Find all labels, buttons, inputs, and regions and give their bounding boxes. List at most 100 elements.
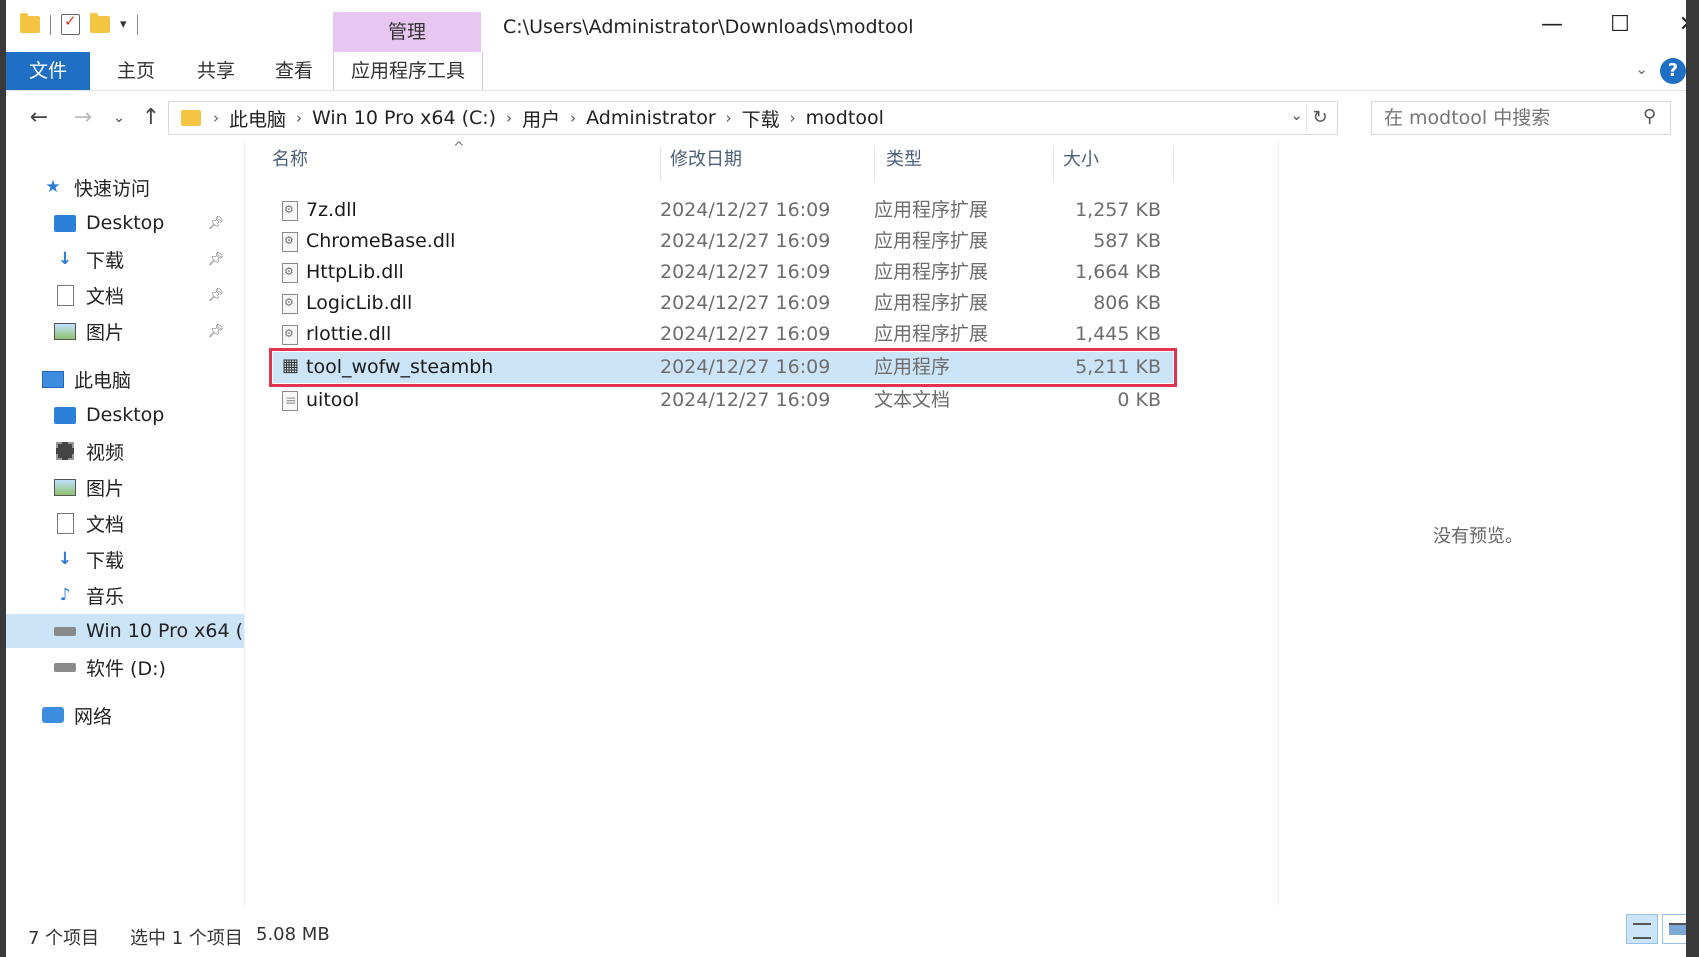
sidebar-item-label: 下载 xyxy=(86,249,125,272)
column-divider[interactable] xyxy=(1053,146,1054,182)
back-arrow-icon[interactable]: ← xyxy=(22,103,56,133)
column-header-name[interactable]: 名称 xyxy=(272,140,652,180)
customize-qat-dropdown-icon[interactable]: ▾ xyxy=(120,17,127,32)
desktop-icon xyxy=(54,405,76,425)
search-icon[interactable]: ⚲ xyxy=(1643,106,1656,127)
tab-home[interactable]: 主页 xyxy=(106,52,166,90)
breadcrumb-this-pc[interactable]: 此电脑 xyxy=(223,105,292,132)
column-divider[interactable] xyxy=(660,146,661,182)
file-size: 1,664 KB xyxy=(1075,261,1161,283)
file-name: 7z.dll xyxy=(306,199,357,221)
sidebar-item-drive-c[interactable]: Win 10 Pro x64 (C xyxy=(6,614,244,648)
address-bar[interactable]: › 此电脑 › Win 10 Pro x64 (C:) › 用户 › Admin… xyxy=(168,101,1338,135)
pane-divider[interactable] xyxy=(244,140,245,906)
up-arrow-icon[interactable]: ↑ xyxy=(134,103,168,133)
breadcrumb-drive-c[interactable]: Win 10 Pro x64 (C:) xyxy=(306,107,502,129)
file-size: 806 KB xyxy=(1093,292,1161,314)
chevron-right-icon[interactable]: › xyxy=(209,109,223,127)
sidebar-item-quick-access[interactable]: ★ 快速访问 xyxy=(6,170,244,204)
column-divider[interactable] xyxy=(874,146,875,182)
file-row[interactable]: LogicLib.dll 2024/12/27 16:09 应用程序扩展 806… xyxy=(273,288,1173,319)
file-name: uitool xyxy=(306,389,360,411)
preview-pane-divider[interactable] xyxy=(1278,140,1279,906)
minimize-button[interactable]: — xyxy=(1518,0,1586,48)
dll-file-icon xyxy=(282,263,298,283)
file-date: 2024/12/27 16:09 xyxy=(660,323,831,345)
refresh-icon[interactable]: ↻ xyxy=(1306,104,1333,132)
sidebar-item-pc-downloads[interactable]: ↓ 下载 xyxy=(6,542,244,576)
address-dropdown-icon[interactable]: ⌄ xyxy=(1290,106,1303,124)
expand-ribbon-icon[interactable]: ⌄ xyxy=(1635,60,1648,78)
sidebar-item-downloads[interactable]: ↓ 下载 📌︎ xyxy=(6,242,244,276)
chevron-right-icon[interactable]: › xyxy=(566,109,580,127)
file-name: ChromeBase.dll xyxy=(306,230,456,252)
file-row[interactable]: rlottie.dll 2024/12/27 16:09 应用程序扩展 1,44… xyxy=(273,319,1173,350)
sidebar-item-documents[interactable]: 文档 📌︎ xyxy=(6,278,244,312)
sidebar-item-pc-pictures[interactable]: 图片 xyxy=(6,470,244,504)
manage-contextual-tab[interactable]: 管理 xyxy=(333,12,481,52)
dll-file-icon xyxy=(282,232,298,252)
sidebar-item-pictures[interactable]: 图片 📌︎ xyxy=(6,314,244,348)
sidebar-item-this-pc[interactable]: 此电脑 xyxy=(6,362,244,396)
folder-icon[interactable] xyxy=(20,13,40,33)
sidebar-item-desktop[interactable]: Desktop 📌︎ xyxy=(6,206,244,240)
music-note-icon: ♪ xyxy=(59,585,71,605)
sidebar-item-label: 视频 xyxy=(86,441,125,464)
breadcrumb-downloads[interactable]: 下载 xyxy=(736,105,786,132)
file-name: rlottie.dll xyxy=(306,323,392,345)
column-header-date[interactable]: 修改日期 xyxy=(670,140,870,180)
chevron-right-icon[interactable]: › xyxy=(786,109,800,127)
column-header-type[interactable]: 类型 xyxy=(886,140,1046,180)
breadcrumb-modtool[interactable]: modtool xyxy=(800,107,890,129)
chevron-right-icon[interactable]: › xyxy=(722,109,736,127)
tab-share[interactable]: 共享 xyxy=(186,52,246,90)
maximize-button[interactable]: ☐ xyxy=(1586,0,1654,48)
sidebar-item-label: Win 10 Pro x64 (C xyxy=(86,620,244,642)
sidebar-item-pc-desktop[interactable]: Desktop xyxy=(6,398,244,432)
sidebar-item-label: 软件 (D:) xyxy=(86,657,166,680)
forward-arrow-icon[interactable]: → xyxy=(66,103,100,133)
file-row[interactable]: HttpLib.dll 2024/12/27 16:09 应用程序扩展 1,66… xyxy=(273,257,1173,288)
desktop-icon xyxy=(54,213,76,233)
chevron-right-icon[interactable]: › xyxy=(502,109,516,127)
sidebar-item-drive-d[interactable]: 软件 (D:) xyxy=(6,650,244,684)
sidebar-item-music[interactable]: ♪ 音乐 xyxy=(6,578,244,612)
sidebar-item-network[interactable]: 网络 xyxy=(6,698,244,732)
tab-app-tools[interactable]: 应用程序工具 xyxy=(333,52,483,90)
new-folder-icon[interactable] xyxy=(90,13,110,33)
file-row[interactable]: 7z.dll 2024/12/27 16:09 应用程序扩展 1,257 KB xyxy=(273,195,1173,226)
ribbon-tabs: 文件 主页 共享 查看 应用程序工具 ⌄ ? xyxy=(6,52,1686,91)
pin-icon: 📌︎ xyxy=(207,323,224,339)
sidebar-item-videos[interactable]: 视频 xyxy=(6,434,244,468)
column-header-size[interactable]: 大小 xyxy=(1063,140,1163,180)
file-type: 应用程序扩展 xyxy=(874,199,989,221)
properties-icon[interactable] xyxy=(61,12,80,35)
file-date: 2024/12/27 16:09 xyxy=(660,261,831,283)
tab-file[interactable]: 文件 xyxy=(6,52,90,90)
drive-icon xyxy=(54,657,76,677)
file-row[interactable]: ChromeBase.dll 2024/12/27 16:09 应用程序扩展 5… xyxy=(273,226,1173,257)
window-title: C:\Users\Administrator\Downloads\modtool xyxy=(503,16,914,38)
file-size: 1,257 KB xyxy=(1075,199,1161,221)
file-row[interactable]: uitool 2024/12/27 16:09 文本文档 0 KB xyxy=(273,385,1173,416)
picture-icon xyxy=(54,321,76,341)
file-size: 5,211 KB xyxy=(1075,356,1161,378)
navigation-pane: ★ 快速访问 Desktop 📌︎ ↓ 下载 📌︎ 文档 📌︎ 图片 📌︎ 此电… xyxy=(6,160,244,905)
chevron-right-icon[interactable]: › xyxy=(292,109,306,127)
recent-locations-icon[interactable]: ⌄ xyxy=(102,103,136,133)
close-button[interactable]: ✕ xyxy=(1654,0,1686,48)
help-icon[interactable]: ? xyxy=(1660,58,1686,84)
tab-view[interactable]: 查看 xyxy=(264,52,324,90)
breadcrumb-administrator[interactable]: Administrator xyxy=(580,107,722,129)
column-divider[interactable] xyxy=(1173,146,1174,182)
sidebar-item-label: 文档 xyxy=(86,513,125,536)
large-icons-view-icon[interactable] xyxy=(1662,914,1686,944)
sidebar-item-pc-documents[interactable]: 文档 xyxy=(6,506,244,540)
details-view-icon[interactable] xyxy=(1626,914,1658,944)
sidebar-item-label: 图片 xyxy=(86,477,125,500)
breadcrumb-users[interactable]: 用户 xyxy=(516,105,566,132)
file-row-selected[interactable]: tool_wofw_steambh 2024/12/27 16:09 应用程序 … xyxy=(269,348,1177,387)
title-bar: ▾ 管理 C:\Users\Administrator\Downloads\mo… xyxy=(6,0,1686,52)
search-input[interactable] xyxy=(1371,101,1671,135)
sidebar-item-label: 文档 xyxy=(86,285,125,308)
